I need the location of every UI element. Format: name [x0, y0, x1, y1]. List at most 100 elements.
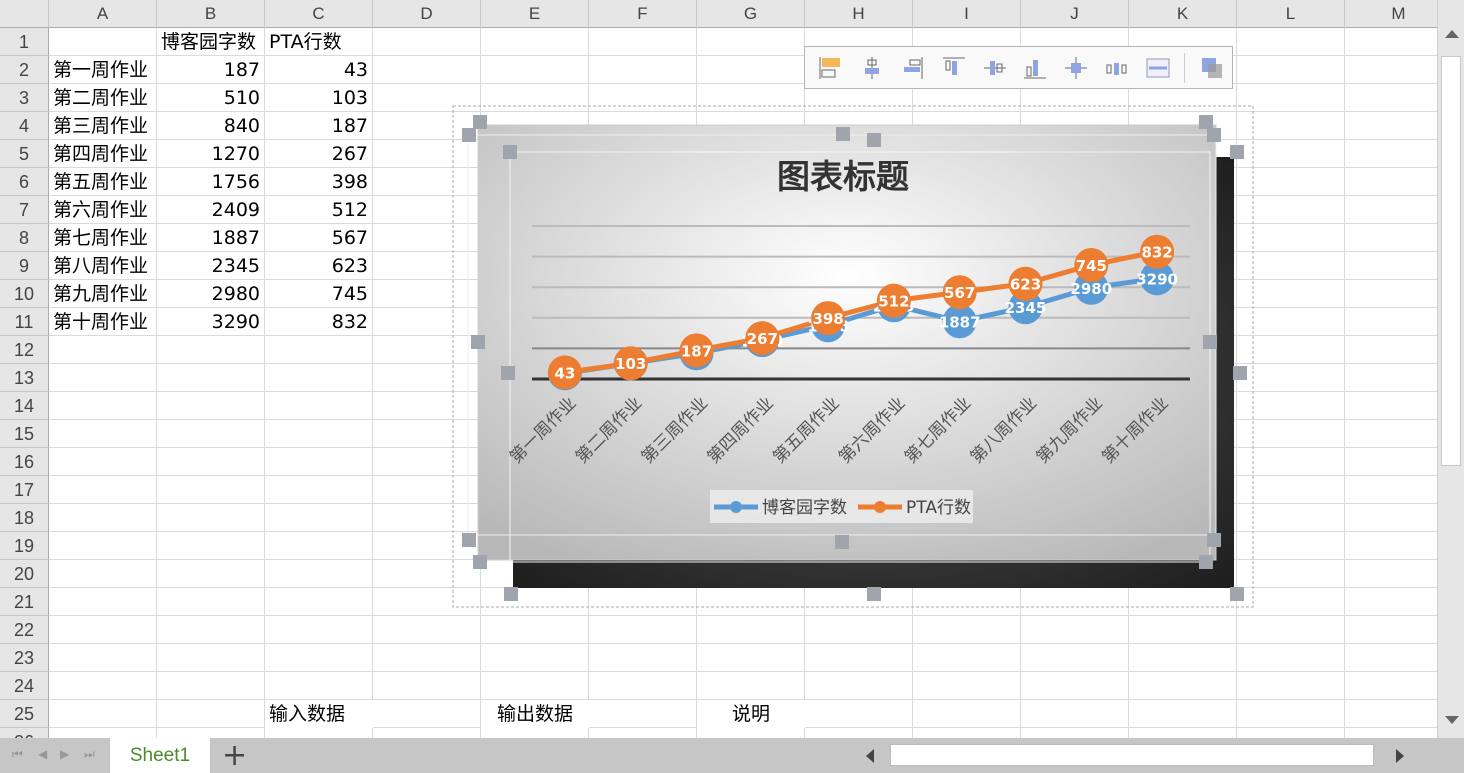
- cell-F20[interactable]: [589, 560, 697, 588]
- cell-H22[interactable]: [805, 616, 913, 644]
- cell-F5[interactable]: [589, 140, 697, 168]
- cell-H25[interactable]: [805, 700, 913, 728]
- cell-G4[interactable]: [697, 112, 805, 140]
- cell-M22[interactable]: [1345, 616, 1437, 644]
- cell-value[interactable]: 43: [265, 56, 373, 84]
- cell-H21[interactable]: [805, 588, 913, 616]
- cell-K18[interactable]: [1129, 504, 1237, 532]
- cell-G5[interactable]: [697, 140, 805, 168]
- cell-value[interactable]: 输入数据: [265, 700, 373, 728]
- column-header-H[interactable]: H: [805, 0, 913, 28]
- cell-I16[interactable]: [913, 448, 1021, 476]
- cell-A18[interactable]: [49, 504, 157, 532]
- cell-E14[interactable]: [481, 392, 589, 420]
- cell-L9[interactable]: [1237, 252, 1345, 280]
- scroll-left-icon[interactable]: [866, 749, 874, 763]
- cell-G26[interactable]: [697, 728, 805, 738]
- cell-E12[interactable]: [481, 336, 589, 364]
- cell-A26[interactable]: [49, 728, 157, 738]
- cell-I22[interactable]: [913, 616, 1021, 644]
- cell-L4[interactable]: [1237, 112, 1345, 140]
- cell-M18[interactable]: [1345, 504, 1437, 532]
- cell-G22[interactable]: [697, 616, 805, 644]
- cell-L1[interactable]: [1237, 28, 1345, 56]
- cell-E5[interactable]: [481, 140, 589, 168]
- cell-H5[interactable]: [805, 140, 913, 168]
- cell-L15[interactable]: [1237, 420, 1345, 448]
- column-header-D[interactable]: D: [373, 0, 481, 28]
- cell-F12[interactable]: [589, 336, 697, 364]
- cell-F13[interactable]: [589, 364, 697, 392]
- cell-value[interactable]: 745: [265, 280, 373, 308]
- align-bottom-icon[interactable]: [1015, 51, 1056, 85]
- cell-I14[interactable]: [913, 392, 1021, 420]
- cell-G17[interactable]: [697, 476, 805, 504]
- distribute-horizontal-icon[interactable]: [1097, 51, 1138, 85]
- cell-value[interactable]: 1756: [157, 168, 265, 196]
- column-header-E[interactable]: E: [481, 0, 589, 28]
- cell-G1[interactable]: [697, 28, 805, 56]
- cell-C21[interactable]: [265, 588, 373, 616]
- cell-B14[interactable]: [157, 392, 265, 420]
- cell-L21[interactable]: [1237, 588, 1345, 616]
- cell-J10[interactable]: [1021, 280, 1129, 308]
- cell-D6[interactable]: [373, 168, 481, 196]
- cell-H14[interactable]: [805, 392, 913, 420]
- cell-F26[interactable]: [589, 728, 697, 738]
- cell-M8[interactable]: [1345, 224, 1437, 252]
- cell-G7[interactable]: [697, 196, 805, 224]
- row-header-12[interactable]: 12: [0, 336, 49, 364]
- row-header-4[interactable]: 4: [0, 112, 49, 140]
- cell-value[interactable]: 510: [157, 84, 265, 112]
- cell-D12[interactable]: [373, 336, 481, 364]
- row-header-6[interactable]: 6: [0, 168, 49, 196]
- cell-D21[interactable]: [373, 588, 481, 616]
- cell-J4[interactable]: [1021, 112, 1129, 140]
- cell-J13[interactable]: [1021, 364, 1129, 392]
- cell-A17[interactable]: [49, 476, 157, 504]
- cell-F16[interactable]: [589, 448, 697, 476]
- cell-I25[interactable]: [913, 700, 1021, 728]
- cell-value[interactable]: 267: [265, 140, 373, 168]
- distribute-vertical-icon[interactable]: [1137, 51, 1178, 85]
- cell-G13[interactable]: [697, 364, 805, 392]
- cell-E16[interactable]: [481, 448, 589, 476]
- cell-F22[interactable]: [589, 616, 697, 644]
- cell-value[interactable]: 187: [265, 112, 373, 140]
- cell-value[interactable]: 第三周作业: [49, 112, 157, 140]
- cell-value[interactable]: 103: [265, 84, 373, 112]
- cell-I4[interactable]: [913, 112, 1021, 140]
- cell-M13[interactable]: [1345, 364, 1437, 392]
- cell-G10[interactable]: [697, 280, 805, 308]
- cell-J22[interactable]: [1021, 616, 1129, 644]
- row-header-18[interactable]: 18: [0, 504, 49, 532]
- align-right-icon[interactable]: [893, 51, 934, 85]
- cell-J7[interactable]: [1021, 196, 1129, 224]
- cell-value[interactable]: 第四周作业: [49, 140, 157, 168]
- cell-G23[interactable]: [697, 644, 805, 672]
- cell-J17[interactable]: [1021, 476, 1129, 504]
- cell-D2[interactable]: [373, 56, 481, 84]
- cell-J8[interactable]: [1021, 224, 1129, 252]
- cell-E11[interactable]: [481, 308, 589, 336]
- cell-F24[interactable]: [589, 672, 697, 700]
- cell-G15[interactable]: [697, 420, 805, 448]
- cell-G16[interactable]: [697, 448, 805, 476]
- cell-J6[interactable]: [1021, 168, 1129, 196]
- cell-K20[interactable]: [1129, 560, 1237, 588]
- cell-D20[interactable]: [373, 560, 481, 588]
- row-header-13[interactable]: 13: [0, 364, 49, 392]
- cell-D7[interactable]: [373, 196, 481, 224]
- cell-L13[interactable]: [1237, 364, 1345, 392]
- cell-H19[interactable]: [805, 532, 913, 560]
- cell-D23[interactable]: [373, 644, 481, 672]
- cell-B26[interactable]: [157, 728, 265, 738]
- cell-K6[interactable]: [1129, 168, 1237, 196]
- cell-K4[interactable]: [1129, 112, 1237, 140]
- cell-value[interactable]: 3290: [157, 308, 265, 336]
- cell-D17[interactable]: [373, 476, 481, 504]
- cell-K11[interactable]: [1129, 308, 1237, 336]
- cell-F18[interactable]: [589, 504, 697, 532]
- cell-M19[interactable]: [1345, 532, 1437, 560]
- cell-H6[interactable]: [805, 168, 913, 196]
